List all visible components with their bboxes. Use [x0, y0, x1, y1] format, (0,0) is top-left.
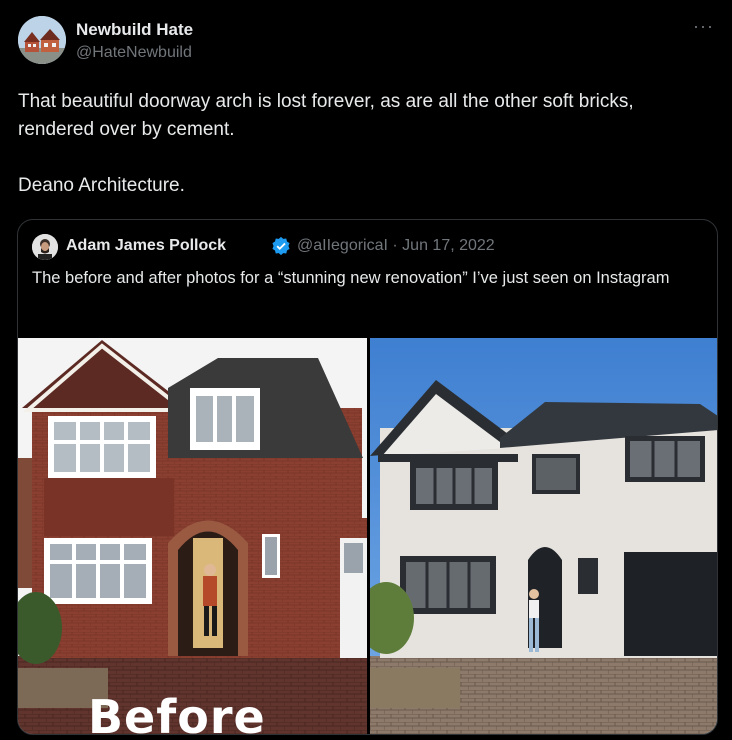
quoted-tweet-header: Adam James Pollock @aIIegoricaI · Jun 17…: [32, 234, 712, 260]
more-options-icon[interactable]: ···: [693, 16, 714, 37]
tweet-body: That beautiful doorway arch is lost fore…: [18, 88, 708, 200]
quoted-media: Before: [18, 338, 717, 735]
quoted-author-name[interactable]: Adam James Pollock: [66, 237, 226, 255]
verified-badge-icon: [272, 236, 290, 256]
author-name[interactable]: Newbuild Hate: [76, 20, 193, 40]
after-photo[interactable]: [370, 338, 717, 734]
quoted-tweet-text: The before and after photos for a “stunn…: [32, 269, 670, 287]
author-handle[interactable]: @HateNewbuild: [76, 44, 192, 62]
tweet-text-paragraph: Deano Architecture.: [18, 175, 185, 196]
before-caption: Before: [88, 690, 266, 735]
quoted-author-avatar[interactable]: [32, 234, 58, 260]
quoted-tweet[interactable]: Adam James Pollock @aIIegoricaI · Jun 17…: [17, 219, 718, 735]
author-avatar[interactable]: [18, 16, 66, 64]
quoted-handle-date[interactable]: @aIIegoricaI · Jun 17, 2022: [297, 237, 495, 255]
tweet-text-paragraph: That beautiful doorway arch is lost fore…: [18, 91, 634, 140]
tweet-header: Newbuild Hate @HateNewbuild ···: [18, 16, 714, 68]
before-photo[interactable]: Before: [18, 338, 367, 735]
